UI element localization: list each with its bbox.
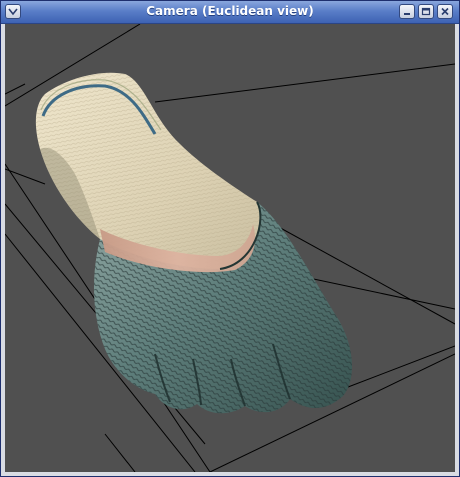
maximize-button[interactable] [418,4,434,19]
3d-viewport[interactable] [5,24,455,472]
camera-window: Camera (Euclidean view) [0,0,460,477]
window-title: Camera (Euclidean view) [146,4,314,18]
scene-canvas[interactable] [5,24,455,472]
close-icon [441,7,449,16]
close-button[interactable] [437,4,453,19]
maximize-icon [421,7,431,16]
title-bar[interactable]: Camera (Euclidean view) [1,1,459,24]
minimize-button[interactable] [399,4,415,19]
minimize-icon [404,13,410,15]
